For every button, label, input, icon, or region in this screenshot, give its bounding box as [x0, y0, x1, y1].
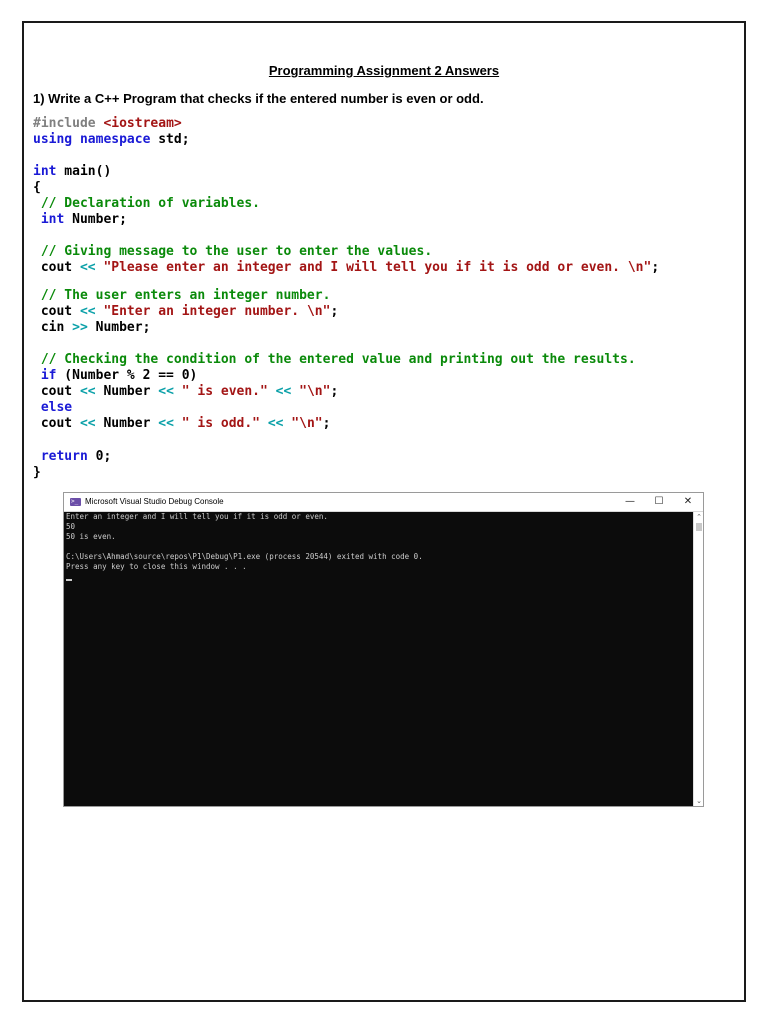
cout-word: cout — [33, 304, 80, 319]
scroll-thumb[interactable] — [696, 523, 702, 531]
console-titlebar[interactable]: >_ Microsoft Visual Studio Debug Console… — [64, 493, 703, 512]
using-rest: std; — [150, 132, 190, 147]
comment-user: // The user enters an integer number. — [33, 288, 331, 303]
console-line: 50 — [66, 522, 76, 531]
decl-variable: Number; — [64, 212, 127, 227]
prompt-string: "Please enter an integer and I will tell… — [95, 260, 652, 275]
cin-word: cin — [33, 320, 73, 335]
console-line: C:\Users\Ahmad\source\repos\P1\Debug\P1.… — [66, 552, 423, 561]
code-line-using: using namespace std; — [33, 132, 190, 148]
console-output[interactable]: Enter an integer and I will tell you if … — [64, 512, 693, 806]
insertion-operator: << — [79, 416, 96, 431]
insertion-operator: << — [79, 304, 96, 319]
scroll-up-icon[interactable]: ⌃ — [695, 512, 703, 522]
return-value: 0; — [87, 449, 112, 464]
using-keyword: using namespace — [33, 132, 151, 147]
insertion-operator: << — [158, 416, 174, 431]
console-line: Press any key to close this window . . . — [66, 562, 247, 571]
cout-word: cout — [33, 384, 80, 399]
code-line-comment-user: // The user enters an integer number. — [33, 288, 331, 304]
code-line-if: if (Number % 2 == 0) — [33, 368, 198, 384]
even-string: " is even." — [173, 384, 276, 399]
code-line-cout1: cout << "Please enter an integer and I w… — [33, 260, 659, 276]
number-word: Number — [95, 384, 159, 399]
code-line-decl: int Number; — [33, 212, 127, 228]
console-scrollbar[interactable]: ⌃ ⌄ — [693, 512, 703, 806]
visual-studio-icon: >_ — [70, 498, 81, 506]
code-line-open-brace: { — [33, 180, 41, 196]
number-word: Number — [95, 416, 159, 431]
insertion-operator: << — [79, 384, 96, 399]
code-line-comment-decl: // Declaration of variables. — [33, 196, 260, 212]
insertion-operator: << — [267, 416, 284, 431]
document-title: Programming Assignment 2 Answers — [268, 63, 500, 78]
int-keyword: int — [33, 164, 57, 179]
code-line-return: return 0; — [33, 449, 111, 465]
extraction-operator: >> — [72, 320, 88, 335]
cin-target: Number; — [87, 320, 151, 335]
code-line-comment-msg: // Giving message to the user to enter t… — [33, 244, 432, 260]
include-header: <iostream> — [103, 116, 182, 131]
newline-string: "\n" — [291, 384, 331, 399]
code-line-comment-check: // Checking the condition of the entered… — [33, 352, 636, 368]
insertion-operator: << — [275, 384, 292, 399]
scroll-down-icon[interactable]: ⌄ — [695, 796, 703, 806]
close-brace: } — [33, 465, 41, 480]
code-line-else: else — [33, 400, 72, 416]
else-keyword: else — [40, 400, 73, 415]
open-brace: { — [33, 180, 41, 195]
code-line-cout-odd: cout << Number << " is odd." << "\n"; — [33, 416, 331, 432]
code-line-cin: cin >> Number; — [33, 320, 151, 336]
insertion-operator: << — [158, 384, 174, 399]
console-cursor — [66, 579, 72, 581]
console-line: Enter an integer and I will tell you if … — [66, 512, 328, 521]
odd-string: " is odd." — [173, 416, 268, 431]
debug-console-window[interactable]: >_ Microsoft Visual Studio Debug Console… — [63, 492, 704, 807]
console-line: 50 is even. — [66, 532, 116, 541]
cout-word: cout — [33, 260, 80, 275]
close-button[interactable]: ✕ — [678, 495, 698, 509]
code-line-include: #include <iostream> — [33, 116, 182, 132]
cout-word: cout — [33, 416, 80, 431]
minimize-button[interactable]: — — [620, 495, 640, 509]
semicolon: ; — [330, 304, 339, 319]
comment-check: // Checking the condition of the entered… — [33, 352, 636, 367]
enter-string: "Enter an integer number. \n" — [95, 304, 331, 319]
semicolon: ; — [322, 416, 331, 431]
insertion-operator: << — [79, 260, 96, 275]
if-keyword: if — [40, 368, 57, 383]
main-signature: main() — [56, 164, 112, 179]
comment-declaration: // Declaration of variables. — [33, 196, 260, 211]
include-directive: #include — [33, 116, 96, 131]
if-condition: (Number % 2 == 0) — [56, 368, 198, 383]
comment-message: // Giving message to the user to enter t… — [33, 244, 433, 259]
console-window-title: Microsoft Visual Studio Debug Console — [85, 497, 224, 506]
maximize-button[interactable]: ☐ — [649, 495, 669, 509]
code-line-close-brace: } — [33, 465, 41, 481]
newline-string: "\n" — [283, 416, 323, 431]
semicolon: ; — [651, 260, 660, 275]
code-line-cout-even: cout << Number << " is even." << "\n"; — [33, 384, 338, 400]
semicolon: ; — [330, 384, 339, 399]
return-keyword: return — [40, 449, 88, 464]
code-line-main: int main() — [33, 164, 111, 180]
question-text: 1) Write a C++ Program that checks if th… — [33, 91, 484, 106]
decl-int-keyword: int — [40, 212, 65, 227]
code-line-cout2: cout << "Enter an integer number. \n"; — [33, 304, 338, 320]
